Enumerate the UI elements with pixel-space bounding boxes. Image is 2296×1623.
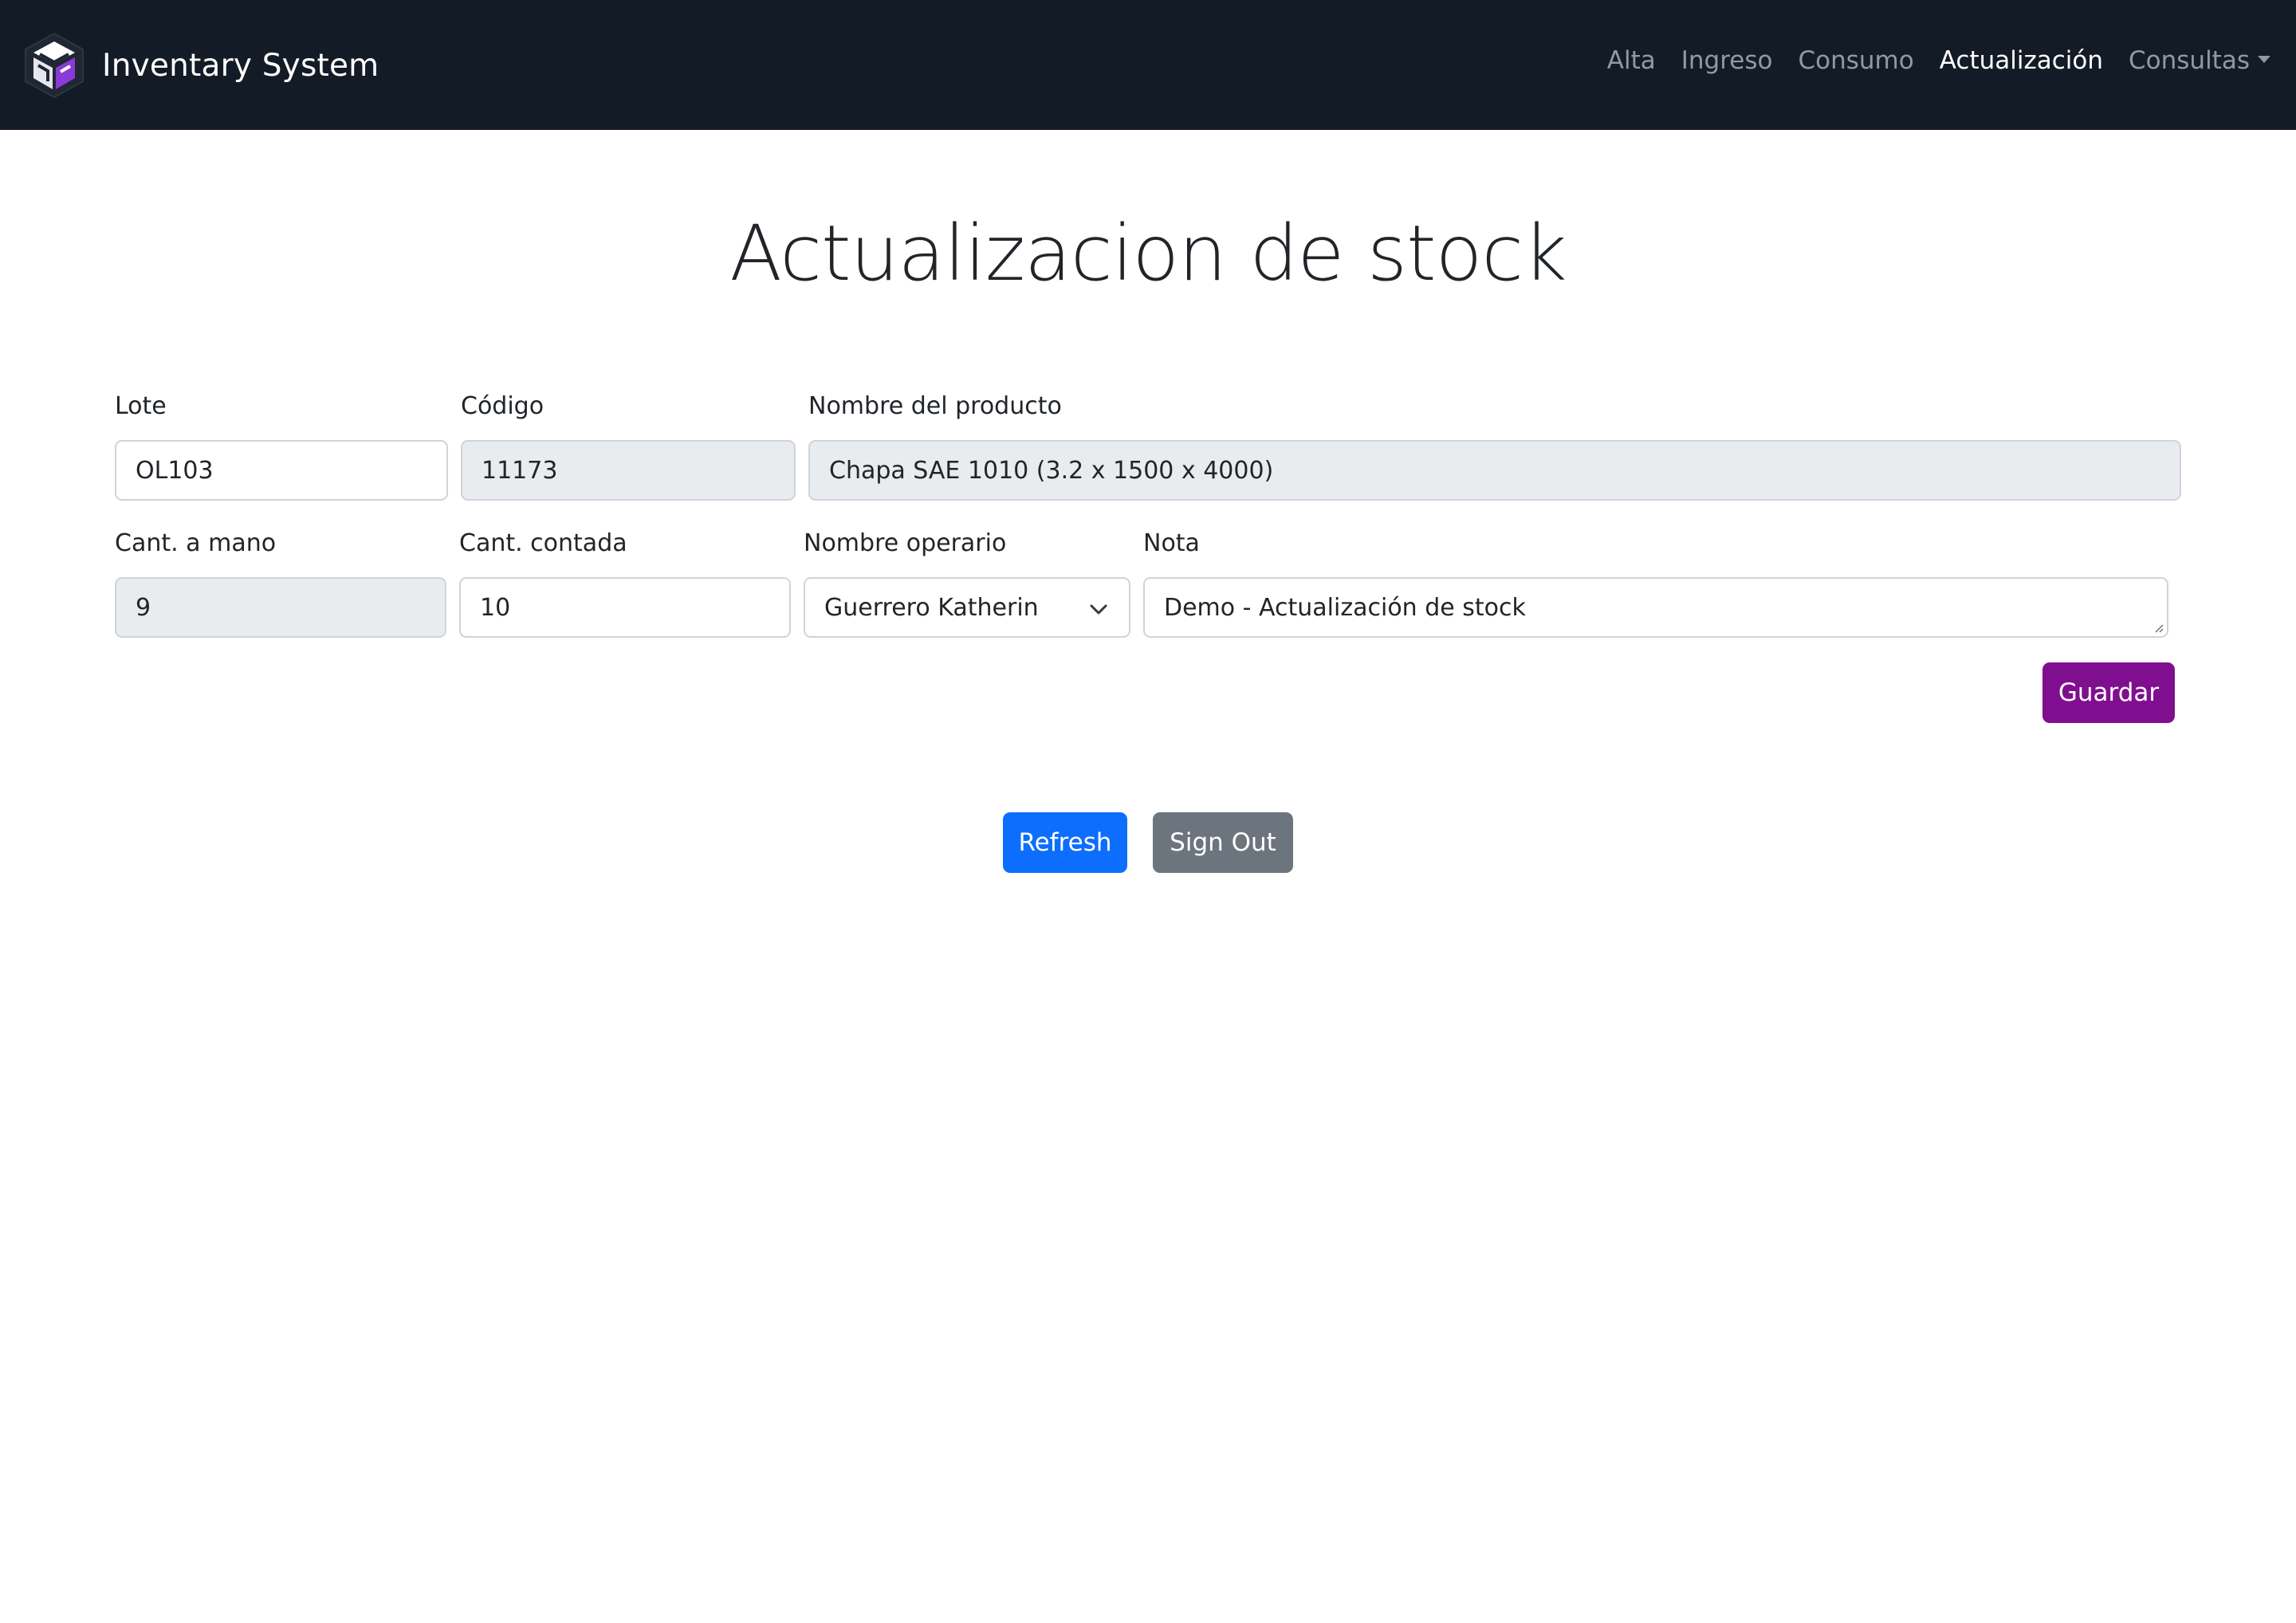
codigo-label: Código: [461, 392, 545, 420]
nombre-operario-select[interactable]: Guerrero Katherin: [804, 577, 1130, 638]
cant-mano-label: Cant. a mano: [115, 529, 277, 557]
cube-logo-icon: [25, 32, 84, 99]
brand[interactable]: Inventary System: [21, 30, 379, 100]
cant-contada-input[interactable]: 10: [459, 577, 791, 638]
lote-input[interactable]: OL103: [115, 440, 448, 501]
lote-label: Lote: [115, 392, 167, 420]
chevron-down-icon: [1090, 604, 1107, 615]
nota-textarea[interactable]: Demo - Actualización de stock: [1143, 577, 2168, 638]
nombre-producto-label: Nombre del producto: [808, 392, 1062, 420]
nav-item-consultas-dropdown[interactable]: Consultas: [2129, 46, 2270, 75]
cant-mano-input: 9: [115, 577, 446, 638]
nav-item-ingreso[interactable]: Ingreso: [1681, 46, 1773, 75]
nombre-producto-input: Chapa SAE 1010 (3.2 x 1500 x 4000): [808, 440, 2181, 501]
nav-item-actualizacion[interactable]: Actualización: [1940, 46, 2103, 75]
brand-name: Inventary System: [102, 47, 379, 84]
nav-menu: Alta Ingreso Consumo Actualización Consu…: [1582, 46, 2270, 75]
refresh-button[interactable]: Refresh: [1003, 812, 1127, 873]
sign-out-button[interactable]: Sign Out: [1153, 812, 1293, 873]
cant-contada-label: Cant. contada: [459, 529, 627, 557]
nav-item-consultas-label: Consultas: [2129, 46, 2250, 75]
page-title: Actualizacion de stock: [729, 209, 1567, 298]
nombre-operario-label: Nombre operario: [804, 529, 1007, 557]
codigo-input: 11173: [461, 440, 796, 501]
nav-item-consumo[interactable]: Consumo: [1799, 46, 1914, 75]
nombre-operario-value: Guerrero Katherin: [824, 593, 1039, 622]
nav-item-alta[interactable]: Alta: [1607, 46, 1656, 75]
resize-grip-icon[interactable]: [2154, 623, 2164, 633]
top-navbar: Inventary System Alta Ingreso Consumo Ac…: [0, 0, 2296, 130]
guardar-button[interactable]: Guardar: [2042, 662, 2175, 723]
nota-value: Demo - Actualización de stock: [1164, 593, 1526, 622]
caret-down-icon: [2258, 56, 2270, 63]
nota-label: Nota: [1143, 529, 1200, 557]
